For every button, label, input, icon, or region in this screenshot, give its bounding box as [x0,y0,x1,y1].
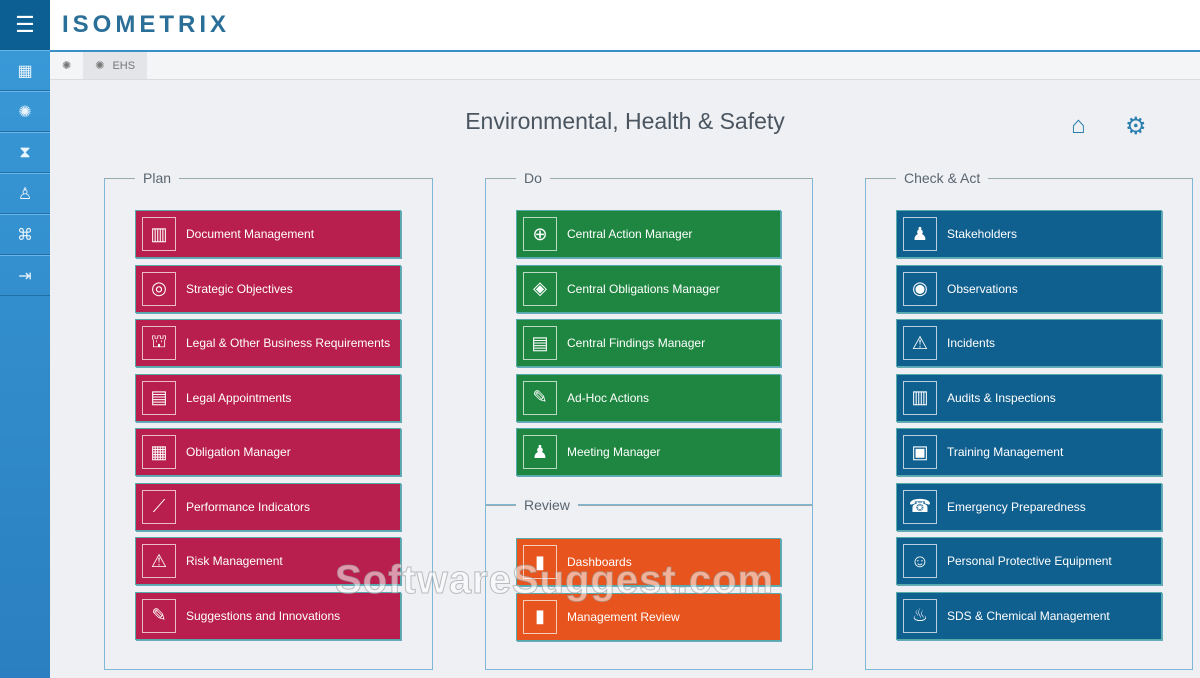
module-icon: ☎ [903,489,937,524]
module-button[interactable]: ▮ Management Review [516,592,781,641]
module-button[interactable]: ☺ Personal Protective Equipment [896,537,1162,585]
module-icon: ◉ [903,271,937,306]
panel-label: Check & Act [896,170,989,186]
module-icon: ⟋ [142,489,176,524]
gear-icon[interactable]: ⚙ [1125,112,1147,141]
module-label: Central Action Manager [567,227,693,241]
globe-icon: ✺ [95,60,105,72]
globe-icon[interactable]: ✺ [0,91,50,132]
module-icon: ▮ [523,545,557,579]
module-icon: ◎ [142,271,176,306]
module-button[interactable]: ♟ Meeting Manager [516,428,781,476]
module-label: Central Obligations Manager [567,281,720,296]
module-icon: ♟ [903,217,937,251]
module-button[interactable]: ▣ Training Management [896,428,1162,476]
tab-ehs[interactable]: ✺ EHS [83,52,148,79]
map-icon[interactable]: ⌘ [0,214,50,255]
module-button[interactable]: ☎ Emergency Preparedness [896,482,1162,531]
module-button[interactable]: ⟋ Performance Indicators [135,482,401,531]
module-label: Risk Management [186,554,283,568]
module-label: Central Findings Manager [567,336,706,350]
panel-review: Review [485,497,813,670]
module-icon: ♨ [903,598,937,633]
module-icon: ✎ [142,598,176,633]
org-chart-icon[interactable]: ▦ [0,50,50,91]
module-button[interactable]: ♨ SDS & Chemical Management [896,591,1162,640]
module-label: Management Review [567,609,680,624]
module-label: Emergency Preparedness [947,499,1086,514]
header: ISOMETRIX [50,0,1200,50]
module-button[interactable]: ▤ Central Findings Manager [516,319,781,367]
module-label: Audits & Inspections [947,390,1056,405]
module-button[interactable]: ◎ Strategic Objectives [135,264,401,313]
module-button[interactable]: ▮ Dashboards [516,538,781,586]
module-label: Obligation Manager [186,445,291,459]
module-button[interactable]: ♟ Stakeholders [896,210,1162,258]
module-label: Personal Protective Equipment [947,554,1112,568]
module-icon: ▣ [903,435,937,469]
module-button[interactable]: ⊕ Central Action Manager [516,210,781,258]
module-icon: ⛫ [142,326,176,360]
module-icon: ✎ [523,380,557,415]
tab-bar: ✺ ✺ EHS [50,50,1200,80]
module-icon: ▦ [142,435,176,469]
hourglass-icon[interactable]: ⧗ [0,132,50,173]
exit-icon[interactable]: ⇥ [0,255,50,296]
module-button[interactable]: ◈ Central Obligations Manager [516,264,781,313]
module-icon: ◈ [523,271,557,306]
module-label: Legal Appointments [186,390,292,405]
module-icon: ▮ [523,599,557,634]
module-label: Observations [947,281,1018,296]
module-label: Legal & Other Business Requirements [186,336,391,350]
module-label: Performance Indicators [186,499,311,514]
module-label: Suggestions and Innovations [186,608,341,623]
module-label: Dashboards [567,555,632,569]
module-icon: ▤ [142,380,176,415]
module-button[interactable]: ✎ Suggestions and Innovations [135,591,401,640]
module-label: Stakeholders [947,227,1018,241]
module-label: Incidents [947,336,996,350]
module-button[interactable]: ⚠ Risk Management [135,537,401,585]
panel-label: Do [516,170,550,186]
panel-label: Plan [135,170,180,186]
module-label: SDS & Chemical Management [947,608,1110,623]
module-button[interactable]: ⚠ Incidents [896,319,1162,367]
module-icon: ⊕ [523,217,557,251]
globe-icon: ✺ [62,60,72,72]
module-icon: ⚠ [903,326,937,360]
module-icon: ▥ [903,380,937,415]
module-button[interactable]: ◉ Observations [896,264,1162,313]
worker-icon[interactable]: ♙ [0,173,50,214]
module-button[interactable]: ▥ Audits & Inspections [896,373,1162,422]
tab-label: EHS [112,59,136,72]
sidebar: ☰ ▦ ✺ ⧗ ♙ ⌘ ⇥ [0,0,50,678]
module-icon: ☺ [903,544,937,578]
module-label: Training Management [947,445,1064,459]
module-button[interactable]: ▦ Obligation Manager [135,428,401,476]
module-button[interactable]: ✎ Ad-Hoc Actions [516,373,781,422]
menu-icon[interactable]: ☰ [0,0,50,50]
tab-home[interactable]: ✺ [50,52,83,79]
module-label: Meeting Manager [567,445,661,459]
page-title: Environmental, Health & Safety [465,108,785,134]
module-button[interactable]: ▤ Legal Appointments [135,373,401,422]
module-icon: ▤ [523,326,557,360]
module-icon: ▥ [142,217,176,251]
logo: ISOMETRIX [62,11,231,38]
module-label: Ad-Hoc Actions [567,390,650,405]
module-label: Document Management [186,227,315,241]
module-button[interactable]: ⛫ Legal & Other Business Requirements [135,319,401,367]
module-icon: ♟ [523,435,557,469]
panel-label: Review [516,497,578,513]
module-label: Strategic Objectives [186,281,293,296]
module-icon: ⚠ [142,544,176,578]
home-icon[interactable]: ⌂ [1071,112,1086,140]
module-button[interactable]: ▥ Document Management [135,210,401,258]
